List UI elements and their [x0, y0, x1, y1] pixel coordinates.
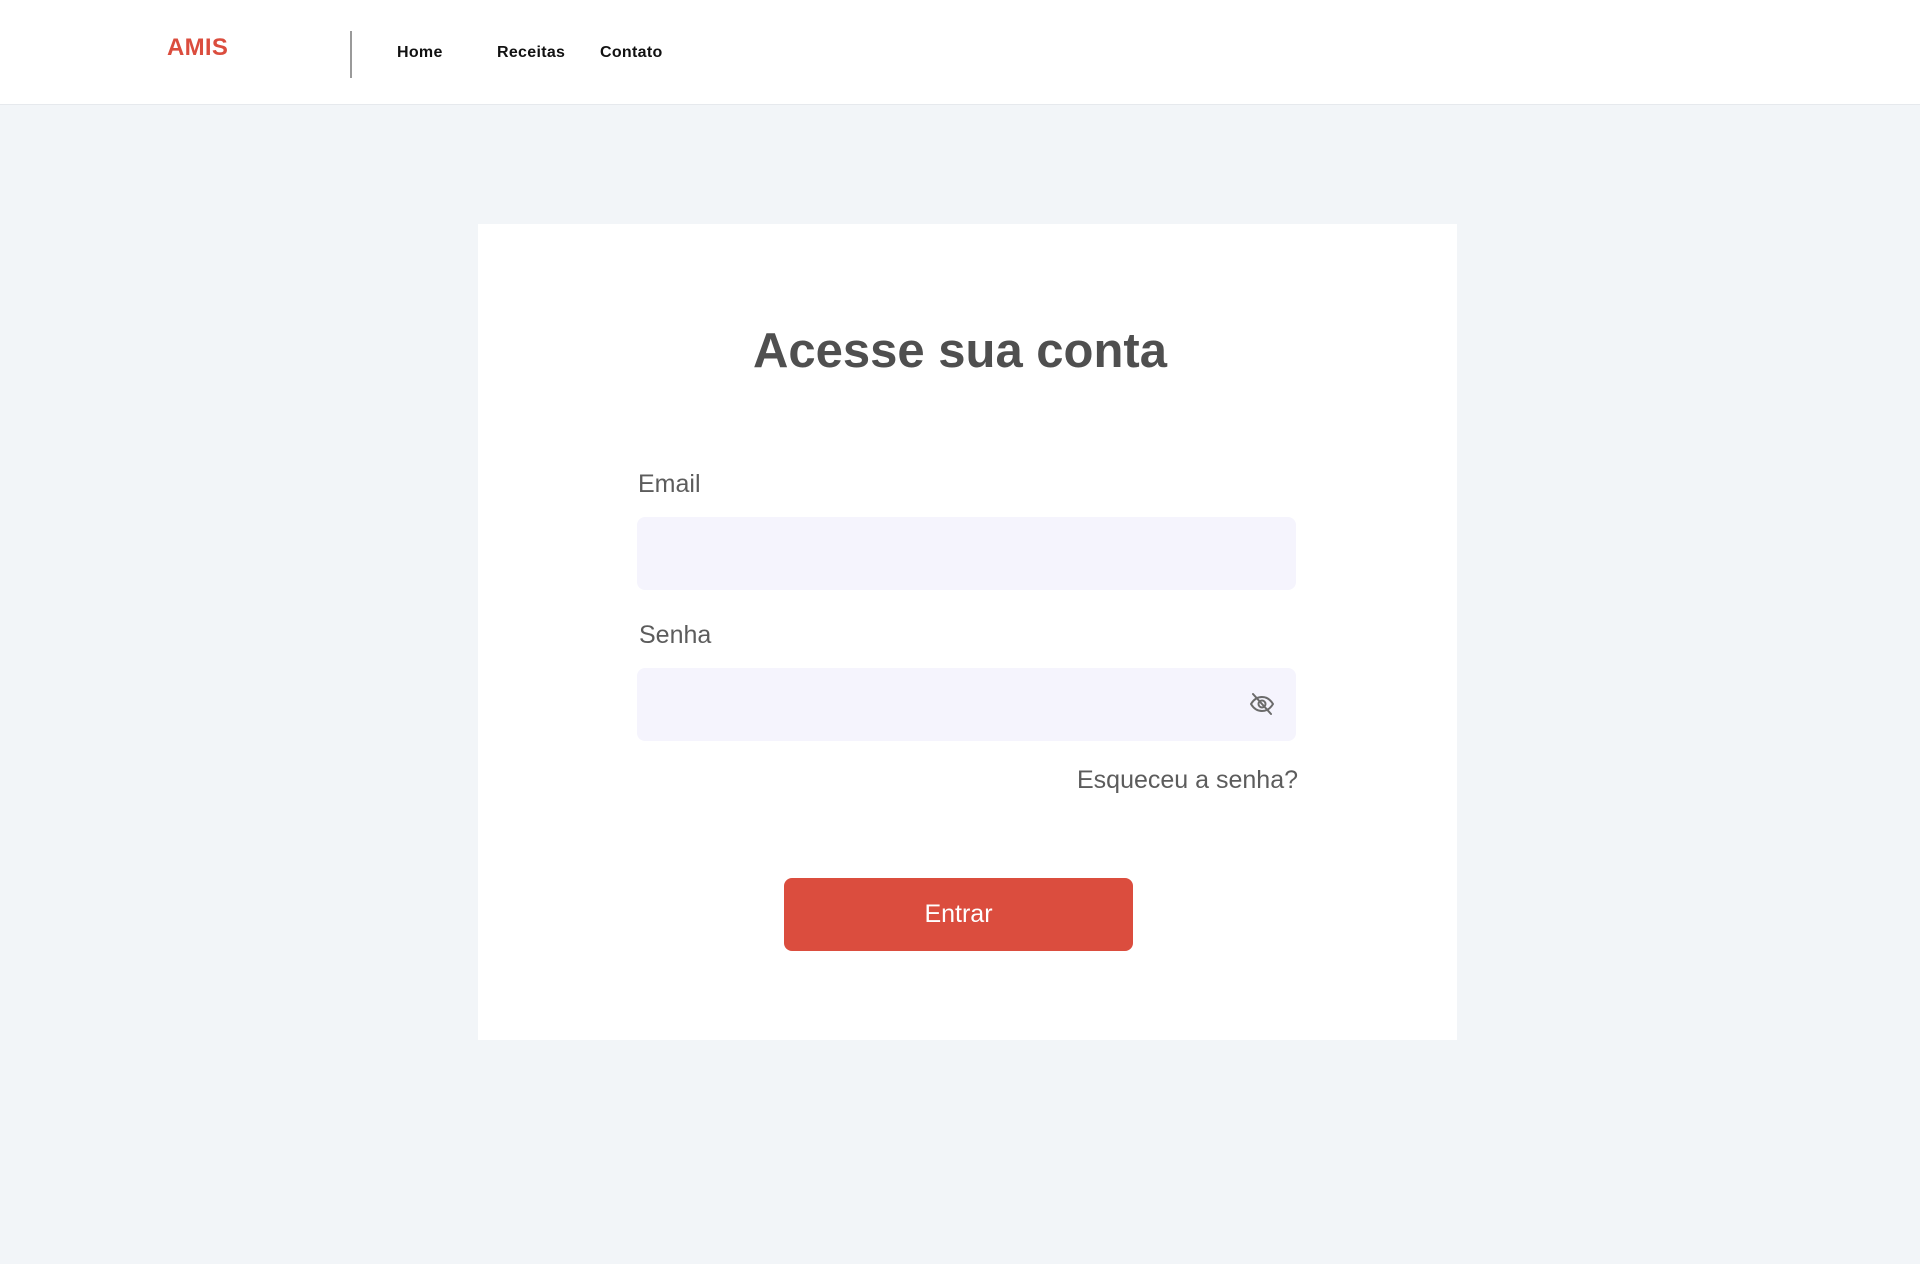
header-divider	[350, 31, 352, 78]
login-title: Acesse sua conta	[753, 324, 1167, 378]
forgot-password-link[interactable]: Esqueceu a senha?	[1077, 766, 1298, 795]
password-label: Senha	[639, 621, 712, 649]
password-field[interactable]	[637, 668, 1296, 741]
email-label: Email	[638, 470, 701, 498]
email-field[interactable]	[637, 517, 1296, 590]
logo[interactable]: AMIS	[167, 34, 228, 62]
top-navbar: AMIS Home Receitas Contato	[0, 0, 1920, 105]
nav-link-contato[interactable]: Contato	[600, 44, 663, 62]
nav-link-home[interactable]: Home	[397, 44, 443, 62]
eye-off-icon[interactable]	[1249, 692, 1275, 716]
login-button[interactable]: Entrar	[784, 878, 1133, 951]
nav-link-receitas[interactable]: Receitas	[497, 44, 565, 62]
